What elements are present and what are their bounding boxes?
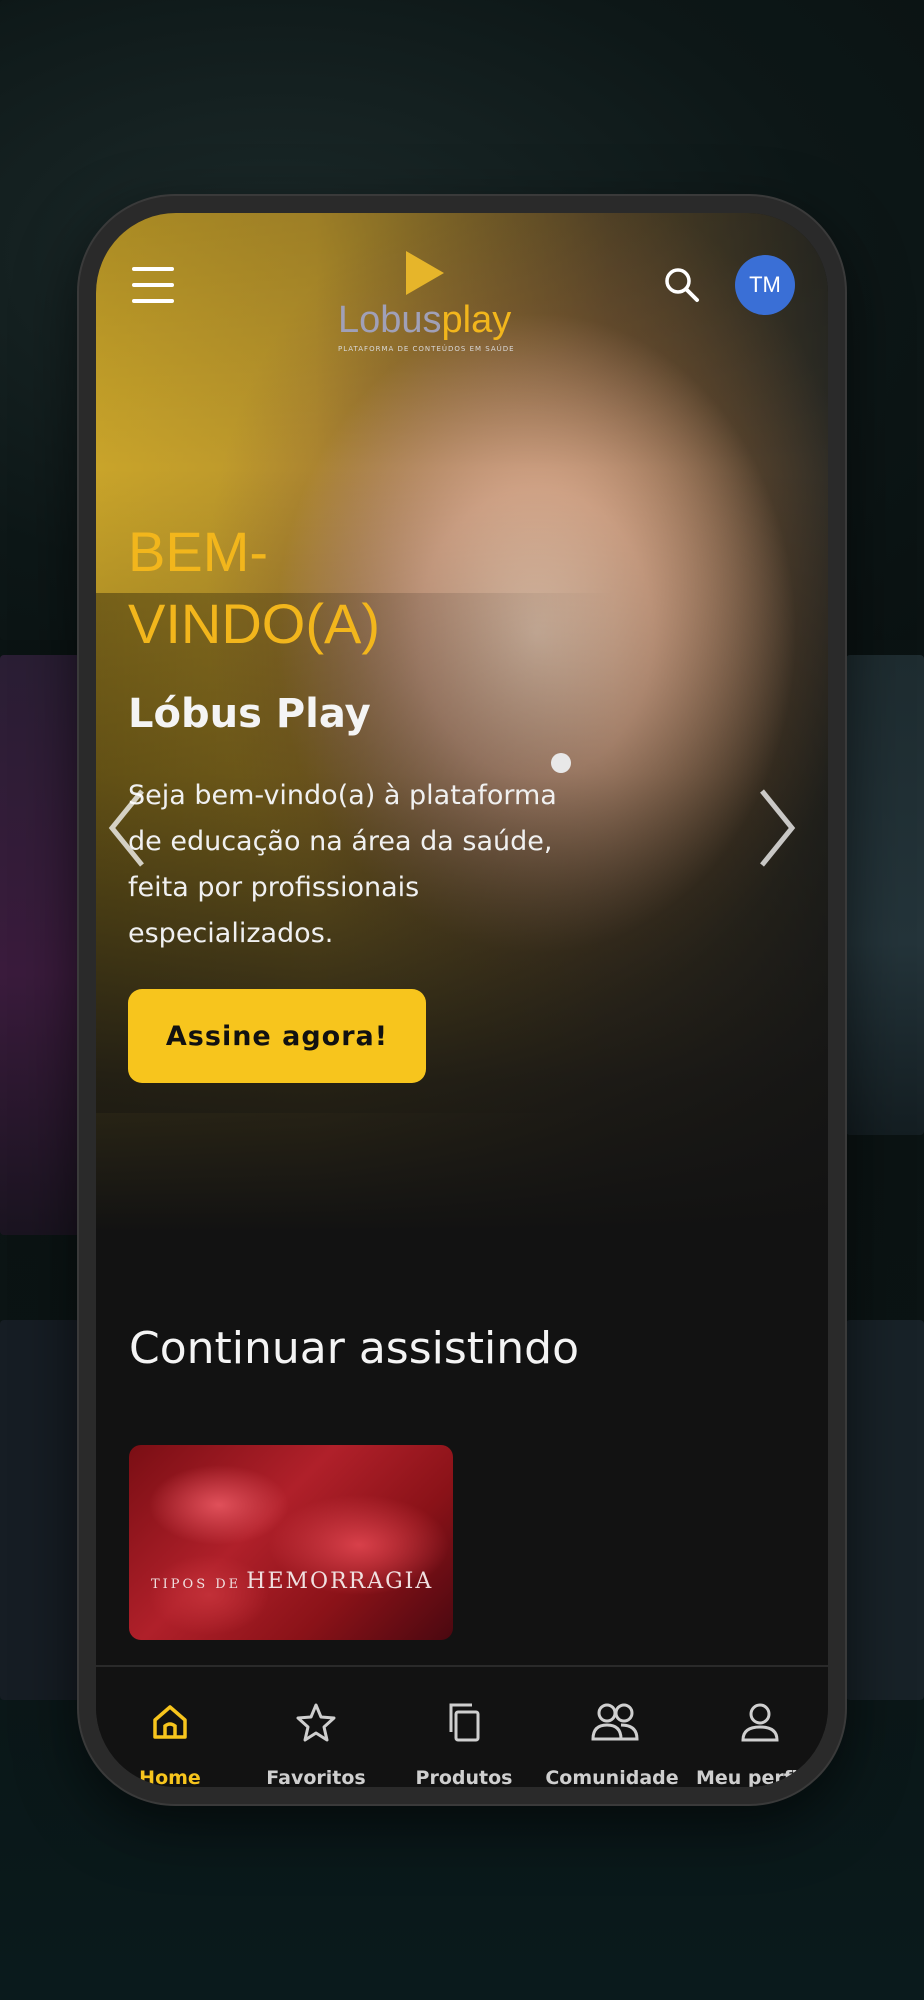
subscribe-button[interactable]: Assine agora! bbox=[128, 989, 426, 1083]
phone-frame: Lobusplay PLATAFORMA DE CONTEÚDOS EM SAÚ… bbox=[79, 196, 845, 1804]
hero-description: Seja bem-vindo(a) à plataforma de educaç… bbox=[128, 780, 557, 949]
home-icon bbox=[153, 1705, 187, 1739]
users-icon bbox=[591, 1703, 639, 1741]
background-card-left bbox=[0, 655, 80, 1235]
nav-label-profile: Meu perfil bbox=[696, 1767, 805, 1787]
user-icon bbox=[741, 1703, 779, 1742]
logo-wordmark: Lobusplay bbox=[338, 299, 512, 341]
nav-label-products: Produtos bbox=[415, 1767, 513, 1787]
search-icon[interactable] bbox=[662, 265, 702, 305]
logo-tagline: PLATAFORMA DE CONTEÚDOS EM SAÚDE bbox=[338, 345, 515, 353]
thumbnail-title: TIPOS DE HEMORRAGIA bbox=[151, 1569, 434, 1594]
nav-label-home: Home bbox=[139, 1767, 201, 1787]
logo-play-icon bbox=[406, 251, 444, 295]
continue-watching-title: Continuar assistindo bbox=[129, 1323, 579, 1374]
earring-highlight bbox=[551, 753, 571, 773]
hero-welcome-heading: BEM-VINDO(A) bbox=[128, 520, 380, 655]
nav-item-community[interactable]: Comunidade bbox=[538, 1667, 686, 1787]
lobus-play-logo[interactable]: Lobusplay PLATAFORMA DE CONTEÚDOS EM SAÚ… bbox=[334, 237, 534, 357]
bottom-navigation: Home Favoritos Produtos Comunidade Meu p… bbox=[96, 1665, 828, 1787]
carousel-prev-icon[interactable] bbox=[100, 783, 160, 873]
nav-label-community: Comunidade bbox=[545, 1767, 679, 1787]
background-card-left-2 bbox=[0, 1320, 80, 1700]
hamburger-menu-icon[interactable] bbox=[132, 265, 176, 305]
nav-item-products[interactable]: Produtos bbox=[390, 1667, 538, 1787]
copy-icon bbox=[449, 1703, 480, 1742]
avatar[interactable]: TM bbox=[735, 255, 795, 315]
background-card-right-2 bbox=[846, 1320, 924, 1700]
nav-item-favorites[interactable]: Favoritos bbox=[242, 1667, 390, 1787]
course-thumbnail[interactable]: TIPOS DE HEMORRAGIA bbox=[129, 1445, 453, 1640]
app-screen: Lobusplay PLATAFORMA DE CONTEÚDOS EM SAÚ… bbox=[96, 213, 828, 1787]
carousel-next-icon[interactable] bbox=[746, 783, 806, 873]
nav-label-favorites: Favoritos bbox=[266, 1767, 366, 1787]
background-card-right bbox=[846, 655, 924, 1135]
star-icon bbox=[296, 1703, 336, 1742]
nav-item-profile[interactable]: Meu perfil bbox=[686, 1667, 828, 1787]
nav-item-home[interactable]: Home bbox=[96, 1667, 244, 1787]
hero-brand-title: Lóbus Play bbox=[128, 691, 371, 737]
